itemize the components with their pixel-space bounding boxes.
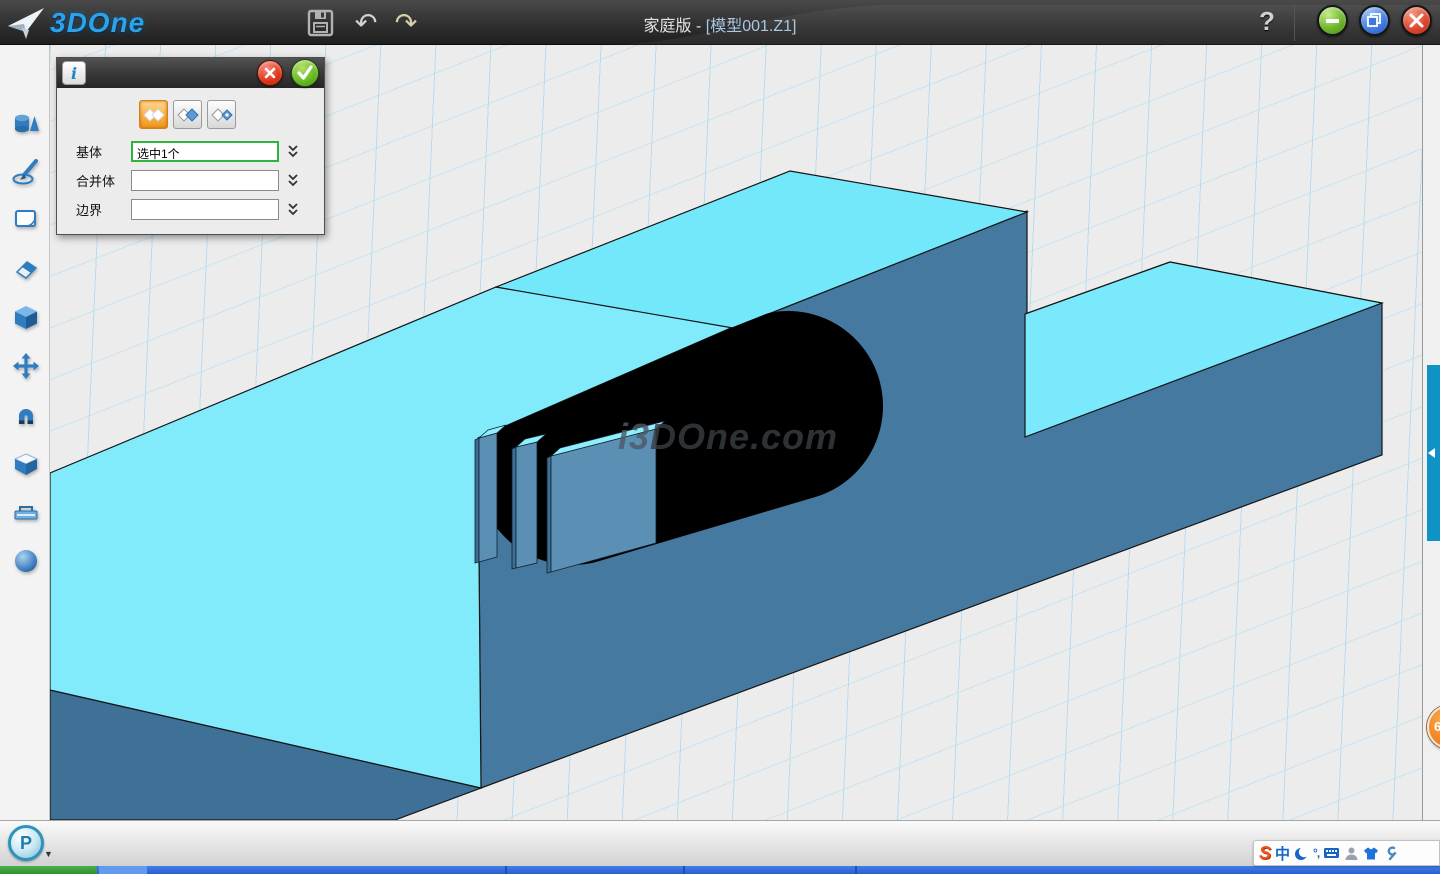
taskbar-divider	[505, 866, 507, 874]
titlebar: 3DOne ↶ ↷ 家庭版 - [模型001.Z1] ?	[0, 0, 1440, 45]
close-button[interactable]	[1401, 5, 1432, 36]
eraser-button[interactable]	[9, 252, 43, 286]
quick-launch[interactable]	[99, 866, 147, 874]
taskbar-divider	[855, 866, 857, 874]
sphere-button[interactable]	[9, 544, 43, 578]
save-button[interactable]	[303, 7, 337, 39]
moon-icon[interactable]	[1294, 846, 1309, 861]
boolean-add-button[interactable]	[139, 100, 168, 129]
keyboard-icon[interactable]	[1323, 846, 1340, 860]
boundary-input[interactable]	[131, 199, 279, 220]
close-icon	[1403, 7, 1430, 34]
boolean-intersect-button[interactable]	[207, 100, 236, 129]
primitives-icon	[12, 109, 40, 137]
double-chevron-down-icon	[286, 201, 300, 218]
base-body-label: 基体	[65, 142, 131, 161]
sketch-pen-button[interactable]	[9, 155, 43, 189]
p-dropdown-caret[interactable]: ▼	[44, 849, 53, 859]
dialog-row-boundary: 边界	[65, 199, 316, 220]
info-icon[interactable]: i	[62, 61, 86, 85]
boolean-mode-buttons	[139, 100, 316, 129]
undo-icon: ↶	[355, 10, 378, 37]
magnet-icon	[12, 401, 40, 429]
minimize-icon	[1326, 19, 1339, 23]
dialog-confirm-button[interactable]	[291, 59, 319, 87]
help-button[interactable]: ?	[1252, 6, 1282, 37]
material-box-button[interactable]	[9, 447, 43, 481]
sketch-plane-icon	[12, 206, 40, 234]
feature-cube-button[interactable]	[9, 300, 43, 334]
taskbar-divider	[683, 866, 685, 874]
material-box-icon	[12, 450, 40, 478]
boolean-add-icon	[142, 105, 166, 125]
paper-plane-icon	[6, 4, 46, 42]
shirt-icon[interactable]	[1363, 846, 1379, 861]
ime-toolbar: S 中 °,	[1253, 840, 1440, 866]
person-icon[interactable]	[1344, 846, 1359, 861]
minimize-button[interactable]	[1317, 5, 1348, 36]
redo-icon: ↷	[395, 10, 418, 37]
base-body-input[interactable]: 选中1个	[131, 141, 279, 162]
wrench-icon[interactable]	[1383, 846, 1398, 861]
double-chevron-down-icon	[286, 143, 300, 160]
double-chevron-down-icon	[286, 172, 300, 189]
titlebar-divider	[1294, 4, 1295, 41]
cancel-x-icon	[262, 65, 278, 81]
app-name: 3DOne	[50, 7, 145, 39]
dialog-cancel-button[interactable]	[257, 60, 283, 86]
window-title: 家庭版 - [模型001.Z1]	[644, 12, 797, 36]
boolean-subtract-icon	[176, 105, 200, 125]
app-logo: 3DOne	[6, 4, 145, 42]
pattern-p-button[interactable]: P	[8, 825, 44, 861]
merge-body-input[interactable]	[131, 170, 279, 191]
bottom-toolbar: P ▼	[0, 820, 1440, 866]
measure-button[interactable]	[9, 495, 43, 529]
dialog-row-merge: 合并体	[65, 170, 316, 191]
move-icon	[12, 352, 40, 380]
eraser-icon	[12, 255, 40, 283]
dialog-header: i	[57, 58, 324, 88]
dialog-body: 基体 选中1个 合并体	[57, 88, 324, 234]
boundary-expand-button[interactable]	[286, 201, 300, 218]
save-icon	[307, 9, 334, 37]
window-title-document: [模型001.Z1]	[706, 18, 797, 35]
confirm-check-icon	[295, 63, 315, 83]
restore-icon	[1361, 7, 1388, 34]
left-toolbar	[0, 45, 50, 820]
fin1-side-face	[475, 438, 479, 563]
sketch-pen-icon	[12, 158, 40, 186]
fin2-side-face	[512, 447, 516, 569]
dialog-row-base: 基体 选中1个	[65, 141, 316, 162]
boolean-subtract-button[interactable]	[173, 100, 202, 129]
side-panel-tab[interactable]	[1427, 365, 1440, 541]
lang-chinese-button[interactable]: 中	[1275, 843, 1290, 864]
feature-cube-icon	[12, 303, 40, 331]
magnet-button[interactable]	[9, 398, 43, 432]
fin2-front-face	[516, 442, 537, 568]
undo-button[interactable]: ↶	[349, 7, 383, 39]
merge-body-label: 合并体	[65, 171, 131, 190]
windows-taskbar[interactable]	[0, 866, 1440, 874]
fin1-front-face	[479, 433, 497, 562]
boolean-intersect-icon	[210, 105, 234, 125]
boolean-dialog: i	[56, 57, 325, 235]
punctuation-icon[interactable]: °,	[1313, 846, 1319, 860]
merge-body-expand-button[interactable]	[286, 172, 300, 189]
move-button[interactable]	[9, 349, 43, 383]
primitives-button[interactable]	[9, 106, 43, 140]
base-body-expand-button[interactable]	[286, 143, 300, 160]
collapse-left-arrow-icon	[1428, 448, 1435, 458]
restore-button[interactable]	[1359, 5, 1390, 36]
sketch-plane-button[interactable]	[9, 203, 43, 237]
sphere-icon	[12, 547, 40, 575]
boundary-label: 边界	[65, 200, 131, 219]
measure-icon	[12, 498, 40, 526]
watermark: i3DOne.com	[618, 416, 838, 457]
app-window: 3DOne ↶ ↷ 家庭版 - [模型001.Z1] ?	[0, 0, 1440, 874]
redo-button[interactable]: ↷	[389, 7, 423, 39]
fin3-side-face	[547, 456, 551, 573]
start-button[interactable]	[0, 866, 97, 874]
sogou-logo-icon[interactable]: S	[1259, 844, 1271, 862]
window-title-edition: 家庭版 -	[644, 18, 706, 35]
